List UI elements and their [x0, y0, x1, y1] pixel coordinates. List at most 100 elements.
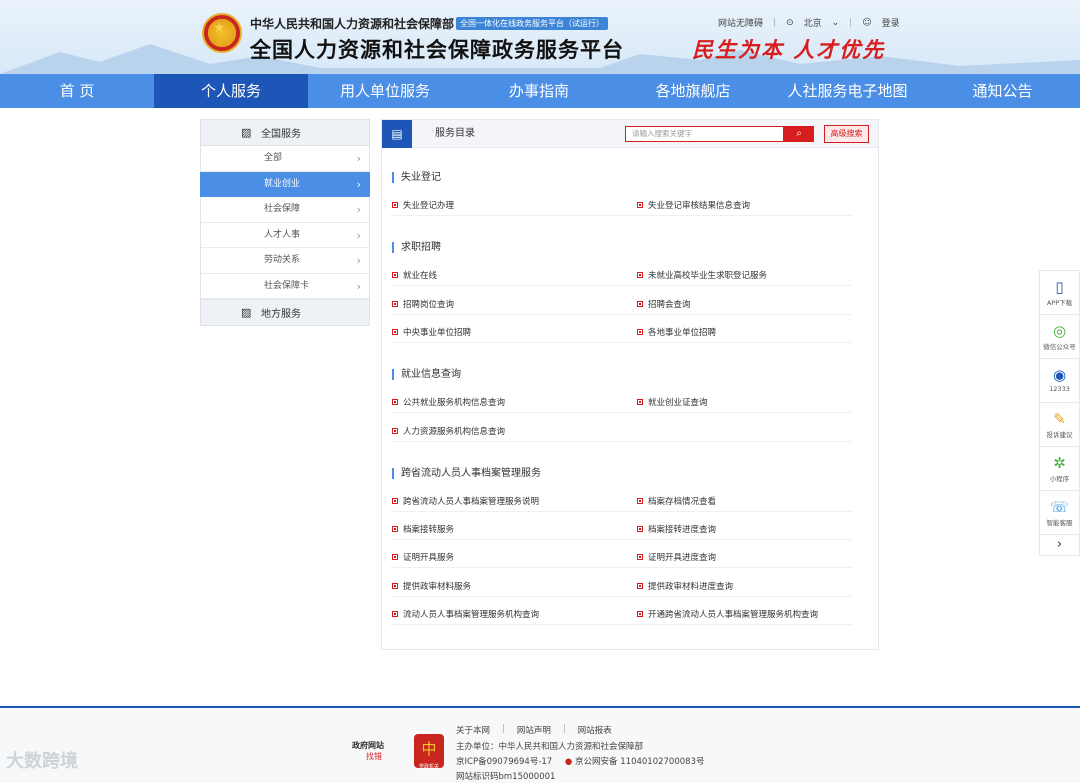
phone-icon: ▯ [1055, 278, 1064, 296]
service-link[interactable]: 流动人员人事档案管理服务机构查询 [392, 608, 539, 620]
region-selector[interactable]: 北京 [804, 16, 822, 29]
party-organ-logo[interactable]: 中 党政机关 [414, 734, 444, 770]
service-link-label: 证明开具进度查询 [648, 553, 717, 564]
link-row: 招聘岗位查询 招聘会查询 [390, 293, 852, 315]
bullet-icon [637, 300, 643, 307]
service-link-label: 提供政审材料服务 [403, 581, 472, 592]
rb-label: 微信公众号 [1043, 343, 1076, 351]
sidebar-item-card[interactable]: 社会保障卡 › [200, 273, 370, 299]
bullet-icon [637, 202, 643, 208]
sidebar-item-all[interactable]: 全部 › [200, 146, 370, 172]
section-title: 求职招聘 [392, 242, 441, 254]
sidebar-item-labor[interactable]: 劳动关系 › [200, 248, 370, 274]
bullet-icon [637, 554, 643, 561]
service-link-label: 流动人员人事档案管理服务机构查询 [403, 610, 540, 620]
gov-site-error-logo[interactable]: 政府网站 找错 [352, 740, 384, 762]
nav-local-stores[interactable]: 各地旗舰店 [616, 74, 770, 108]
bullet-icon [637, 582, 643, 589]
footer: 政府网站 找错 中 党政机关 关于本网 | 网站声明 | 网站报表 主办单位：中… [0, 706, 1080, 783]
service-link-label: 各地事业单位招聘 [648, 327, 717, 338]
sidebar-local-header[interactable]: ▨ 地方服务 [200, 299, 370, 326]
service-link[interactable]: 公共就业服务机构信息查询 [392, 396, 505, 408]
bullet-icon [392, 300, 398, 307]
service-link[interactable]: 各地事业单位招聘 [637, 326, 716, 338]
service-link[interactable]: 失业登记办理 [392, 199, 454, 211]
sponsor-text: 主办单位：中华人民共和国人力资源和社会保障部 [456, 742, 644, 752]
bullet-icon [637, 399, 643, 406]
service-link[interactable]: 档案接转进度查询 [637, 523, 716, 535]
statement-link[interactable]: 网站声明 [517, 724, 551, 736]
mini-program-button[interactable]: ✲ 小程序 [1039, 446, 1080, 490]
smart-service-button[interactable]: ☏ 智能客服 [1039, 490, 1080, 534]
bullet-icon [392, 582, 398, 589]
service-link[interactable]: 招聘岗位查询 [392, 298, 454, 310]
search-input[interactable]: 请输入搜索关键字 [625, 126, 784, 142]
gov-logo-line2: 找错 [366, 752, 382, 761]
hotline-button[interactable]: ◉ 12333 [1039, 358, 1080, 402]
service-link[interactable]: 档案接转服务 [392, 523, 454, 535]
bullet-icon [637, 272, 643, 279]
service-link[interactable]: 证明开具进度查询 [637, 551, 716, 563]
accessibility-link[interactable]: 网站无障碍 [718, 16, 763, 29]
service-link[interactable]: 提供政审材料服务 [392, 580, 471, 592]
advanced-search-button[interactable]: 高级搜索 [824, 125, 869, 143]
service-link-label: 未就业高校毕业生求职登记服务 [648, 271, 768, 282]
sidebar-national-header[interactable]: ▨ 全国服务 [200, 119, 370, 146]
nav-guide[interactable]: 办事指南 [462, 74, 616, 108]
icp-link[interactable]: 京ICP备09079694号-17 [456, 757, 552, 767]
service-link[interactable]: 失业登记审核结果信息查询 [637, 199, 750, 211]
police-link[interactable]: 京公网安备 11040102700083号 [575, 757, 704, 767]
service-link[interactable]: 人力资源服务机构信息查询 [392, 425, 505, 437]
rb-label: APP下载 [1046, 299, 1073, 307]
service-link[interactable]: 跨省流动人员人事档案管理服务说明 [392, 495, 539, 507]
login-link[interactable]: 登录 [882, 16, 900, 29]
sidebar-item-talent[interactable]: 人才人事 › [200, 222, 370, 248]
service-link-label: 档案接转进度查询 [648, 525, 717, 536]
service-link-label: 档案接转服务 [403, 525, 455, 536]
service-link[interactable]: 证明开具服务 [392, 551, 454, 563]
nav-home[interactable]: 首 页 [0, 74, 154, 108]
chevron-right-icon: › [356, 203, 361, 216]
ministry-name: 中华人民共和国人力资源和社会保障部 [250, 17, 455, 31]
nav-personal-service[interactable]: 个人服务 [154, 74, 308, 108]
service-link-label: 招聘岗位查询 [403, 299, 455, 310]
location-icon: ⊙ [786, 17, 794, 28]
catalog-title: 服务目录 [435, 128, 475, 139]
nav-employer-service[interactable]: 用人单位服务 [308, 74, 462, 108]
service-link[interactable]: 提供政审材料进度查询 [637, 580, 733, 592]
catalog-icon: ▤ [382, 120, 412, 148]
search-icon[interactable]: ⌕ [784, 126, 814, 142]
gov-logo-line1: 政府网站 [352, 741, 384, 750]
section-title: 失业登记 [392, 172, 441, 183]
report-link[interactable]: 网站报表 [578, 724, 612, 736]
service-link[interactable]: 中央事业单位招聘 [392, 326, 471, 338]
service-link[interactable]: 开通跨省流动人员人事档案管理服务机构查询 [637, 608, 818, 620]
complaint-button[interactable]: ✎ 投诉建议 [1039, 402, 1080, 446]
chevron-right-icon: › [356, 254, 361, 267]
service-link[interactable]: 就业在线 [392, 269, 437, 281]
bullet-icon [392, 611, 398, 617]
bullet-icon [392, 272, 398, 279]
app-download-button[interactable]: ▯ APP下载 [1039, 270, 1080, 314]
service-link-label: 档案存档情况查看 [648, 496, 717, 507]
main-nav: 首 页 个人服务 用人单位服务 办事指南 各地旗舰店 人社服务电子地图 通知公告 [0, 74, 1080, 108]
bullet-icon [392, 202, 398, 208]
nav-service-map[interactable]: 人社服务电子地图 [770, 74, 925, 108]
bullet-icon [392, 328, 398, 335]
service-link[interactable]: 档案存档情况查看 [637, 495, 716, 507]
sidebar-item-social-security[interactable]: 社会保障 › [200, 197, 370, 223]
chevron-right-icon: › [356, 279, 361, 293]
service-link-label: 公共就业服务机构信息查询 [403, 398, 506, 409]
service-link[interactable]: 就业创业证查询 [637, 396, 708, 408]
sidebar-item-employment[interactable]: 就业创业 › [200, 171, 370, 197]
about-link[interactable]: 关于本网 [456, 724, 490, 736]
nav-notices[interactable]: 通知公告 [925, 74, 1080, 108]
wechat-button[interactable]: ◎ 微信公众号 [1039, 314, 1080, 358]
service-link-label: 证明开具服务 [403, 553, 455, 564]
chevron-right-icon[interactable]: › [1039, 534, 1080, 556]
service-link-label: 开通跨省流动人员人事档案管理服务机构查询 [648, 610, 819, 620]
service-link[interactable]: 未就业高校毕业生求职登记服务 [637, 269, 767, 281]
icp-line: 京ICP备09079694号-17 ● 京公网安备 11040102700083… [456, 755, 704, 767]
service-link[interactable]: 招聘会查询 [637, 298, 691, 310]
bullet-icon [392, 554, 398, 561]
